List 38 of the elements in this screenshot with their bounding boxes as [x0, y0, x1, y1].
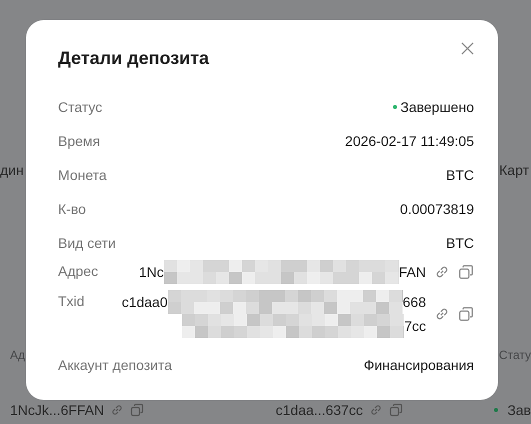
close-icon[interactable] — [461, 42, 474, 55]
status-dot — [393, 105, 398, 109]
link-icon[interactable] — [434, 264, 450, 280]
field-label: Аккаунт депозита — [58, 357, 172, 373]
link-icon[interactable] — [368, 403, 383, 417]
field-value: 2026-02-17 11:49:05 — [345, 133, 474, 149]
field-value: Завершено — [400, 99, 474, 115]
background-text: Карт — [499, 162, 529, 178]
field-value: 0.00073819 — [400, 201, 474, 217]
dialog-title: Детали депозита — [58, 48, 210, 69]
field-value: FAN — [398, 264, 426, 280]
field-label: К-во — [58, 201, 86, 217]
field-value: Финансирования — [364, 357, 474, 373]
field-label: Txid — [58, 293, 84, 309]
table-cell: 1NcJk...6FFAN — [10, 402, 104, 418]
background-text: дин — [0, 162, 24, 178]
field-label: Время — [58, 133, 100, 149]
field-value: BTC — [446, 235, 474, 251]
copy-icon[interactable] — [388, 403, 403, 417]
copy-icon[interactable] — [458, 306, 474, 322]
field-value: 1Nc — [138, 264, 164, 280]
field-label: Адрес — [58, 263, 98, 279]
status-dot — [494, 408, 498, 412]
field-label: Вид сети — [58, 235, 116, 251]
link-icon[interactable] — [110, 403, 124, 417]
copy-icon[interactable] — [458, 264, 474, 280]
field-value: 668 — [402, 294, 426, 310]
table-cell: c1daa...637cc — [276, 402, 363, 418]
field-value: 7cc — [404, 318, 426, 334]
column-header: Стату — [498, 348, 531, 362]
field-value: BTC — [446, 167, 474, 183]
copy-icon[interactable] — [130, 403, 144, 417]
field-label: Монета — [58, 167, 107, 183]
field-value: c1daa0 — [122, 294, 168, 310]
column-header: Ад — [10, 348, 26, 362]
field-label: Статус — [58, 99, 102, 115]
link-icon[interactable] — [434, 306, 450, 322]
table-cell: Зав — [507, 402, 531, 418]
